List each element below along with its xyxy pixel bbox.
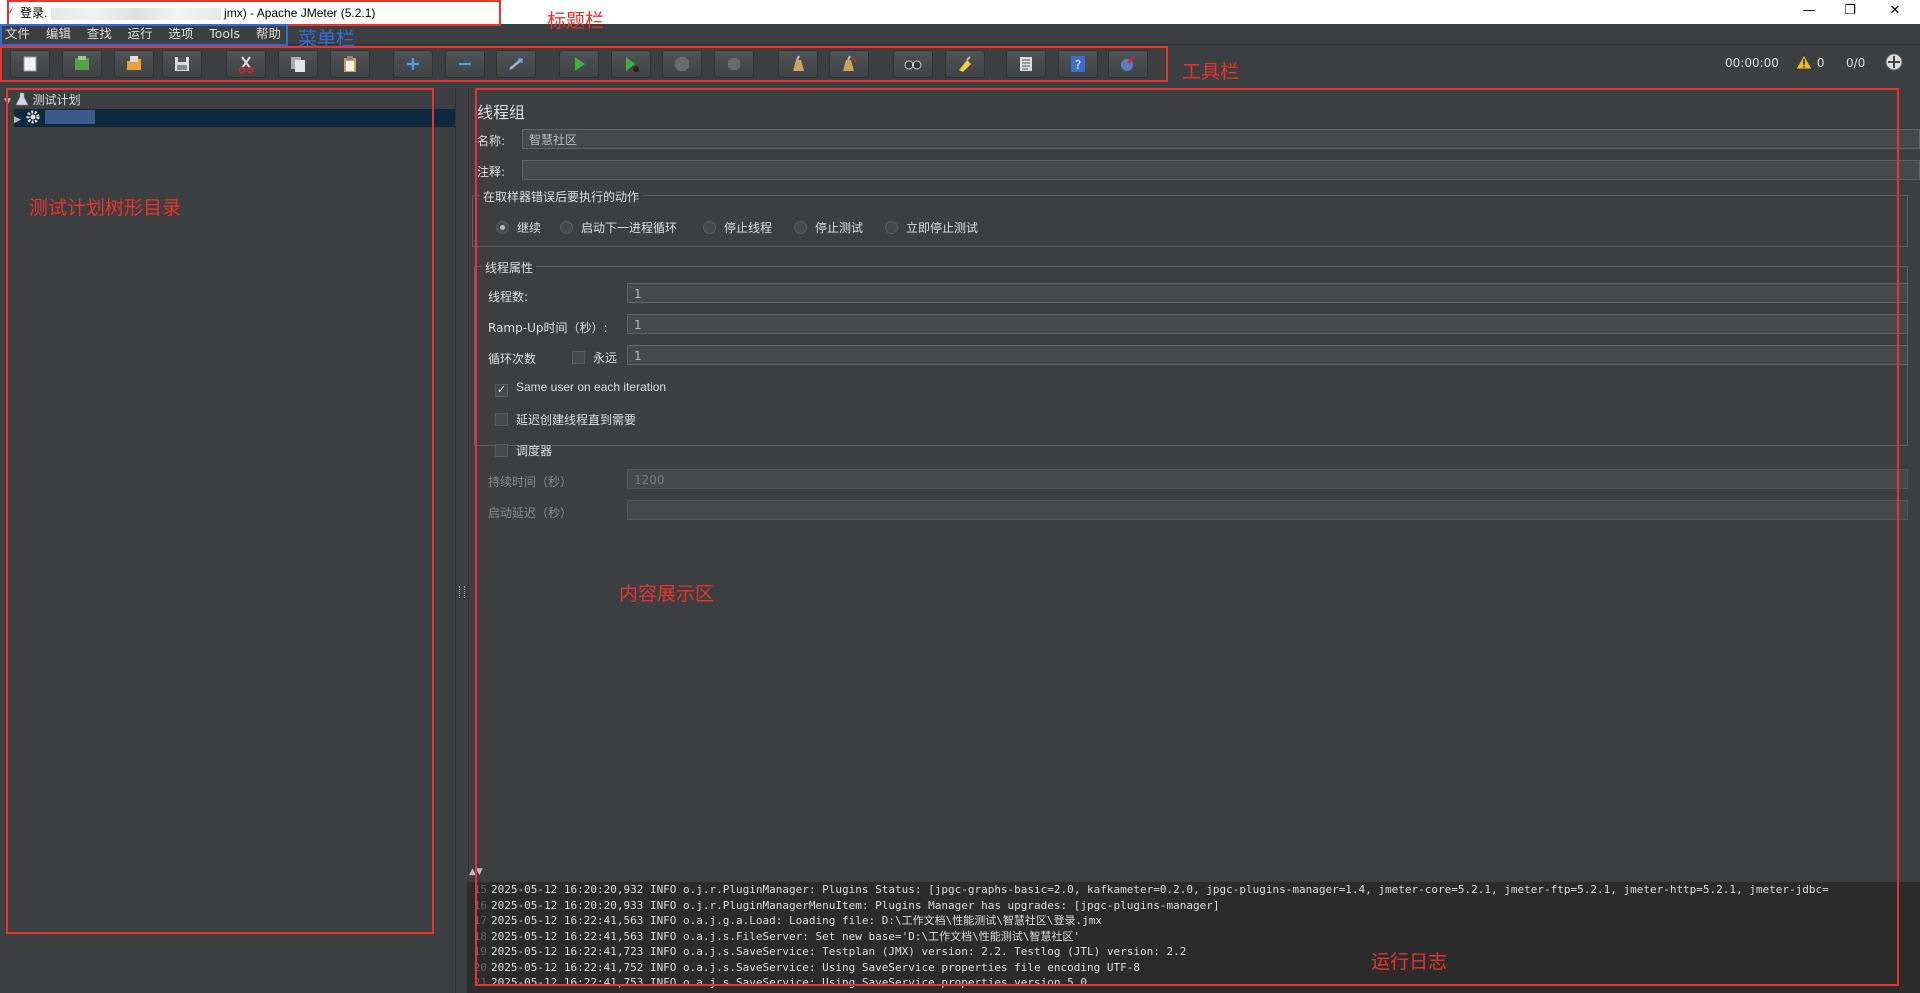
warning-icon bbox=[1795, 54, 1813, 70]
annotation-box-menu-bar bbox=[0, 24, 288, 46]
annotation-label-menu-bar: 菜单栏 bbox=[298, 28, 356, 50]
annotation-label-title-bar: 标题栏 bbox=[547, 10, 605, 32]
menu-bar: 文件 编辑 查找 运行 选项 Tools 帮助 bbox=[0, 24, 1920, 45]
warning-count: 0 bbox=[1816, 56, 1825, 70]
annotation-box-toolbar bbox=[0, 46, 1168, 82]
warning-indicator[interactable]: 0 bbox=[1795, 45, 1824, 81]
pane-splitter[interactable] bbox=[455, 88, 469, 993]
close-button[interactable]: ✕ bbox=[1872, 0, 1918, 22]
annotation-label-tree: 测试计划树形目录 bbox=[29, 197, 182, 219]
annotation-box-content bbox=[475, 88, 1899, 986]
splitter-grip-icon bbox=[459, 586, 465, 598]
annotation-label-toolbar: 工具栏 bbox=[1182, 61, 1240, 83]
restore-button[interactable]: ❐ bbox=[1827, 0, 1873, 22]
annotation-box-title-bar bbox=[7, 0, 501, 26]
remote-status[interactable] bbox=[1884, 45, 1904, 81]
thread-count: 0/0 bbox=[1846, 56, 1866, 70]
minimize-button[interactable]: — bbox=[1786, 0, 1832, 22]
globe-icon bbox=[1885, 53, 1903, 71]
elapsed-timer: 00:00:00 bbox=[1725, 56, 1779, 70]
annotation-label-content: 内容展示区 bbox=[619, 583, 715, 605]
annotation-label-log: 运行日志 bbox=[1371, 951, 1448, 973]
